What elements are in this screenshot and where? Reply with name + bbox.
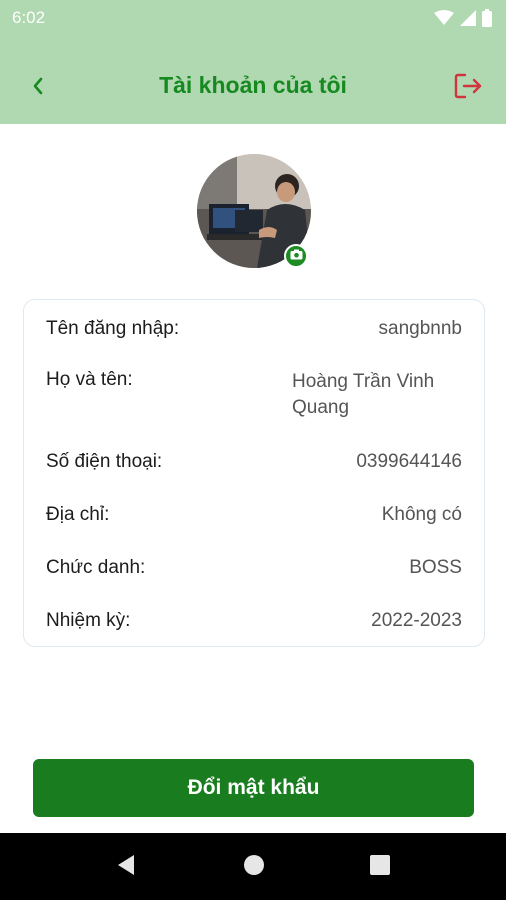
info-value: 0399644146 bbox=[356, 451, 462, 472]
info-value: BOSS bbox=[409, 557, 462, 578]
info-value: 2022-2023 bbox=[371, 610, 462, 631]
info-value: Hoàng Trần Vinh Quang bbox=[292, 371, 435, 418]
battery-icon bbox=[482, 9, 492, 27]
wifi-icon bbox=[434, 10, 454, 26]
system-nav-bar bbox=[0, 833, 506, 900]
info-label: Số điện thoại: bbox=[46, 451, 163, 472]
account-info-card: Tên đăng nhập: sangbnnb Họ và tên: Hoàng… bbox=[23, 299, 485, 647]
info-value: sangbnnb bbox=[378, 318, 462, 339]
info-label: Địa chỉ: bbox=[46, 504, 110, 525]
info-value: Không có bbox=[381, 504, 462, 525]
nav-back-button[interactable] bbox=[112, 853, 140, 881]
avatar-container bbox=[197, 154, 311, 268]
back-triangle-icon bbox=[116, 854, 136, 881]
status-time: 6:02 bbox=[12, 8, 46, 27]
change-password-button[interactable]: Đổi mật khẩu bbox=[33, 759, 474, 817]
info-label: Tên đăng nhập: bbox=[46, 318, 180, 339]
nav-home-button[interactable] bbox=[240, 853, 268, 881]
home-circle-icon bbox=[243, 854, 265, 881]
back-button[interactable] bbox=[24, 72, 52, 104]
info-label: Chức danh: bbox=[46, 557, 146, 578]
signal-icon bbox=[460, 10, 476, 26]
chevron-left-icon bbox=[31, 76, 45, 101]
status-bar: 6:02 bbox=[0, 0, 506, 36]
info-label: Nhiệm kỳ: bbox=[46, 610, 131, 631]
nav-recents-button[interactable] bbox=[366, 853, 394, 881]
page-title: Tài khoản của tôi bbox=[159, 72, 347, 98]
camera-icon bbox=[290, 247, 303, 265]
change-avatar-button[interactable] bbox=[284, 244, 308, 268]
recents-square-icon bbox=[370, 854, 390, 880]
app-bar: Tài khoản của tôi bbox=[0, 52, 506, 124]
logout-button[interactable] bbox=[450, 70, 486, 106]
info-label: Họ và tên: bbox=[46, 369, 133, 390]
status-icons bbox=[434, 9, 492, 27]
logout-icon bbox=[453, 71, 483, 106]
header: 6:02 Tài khoản của tôi bbox=[0, 0, 506, 124]
